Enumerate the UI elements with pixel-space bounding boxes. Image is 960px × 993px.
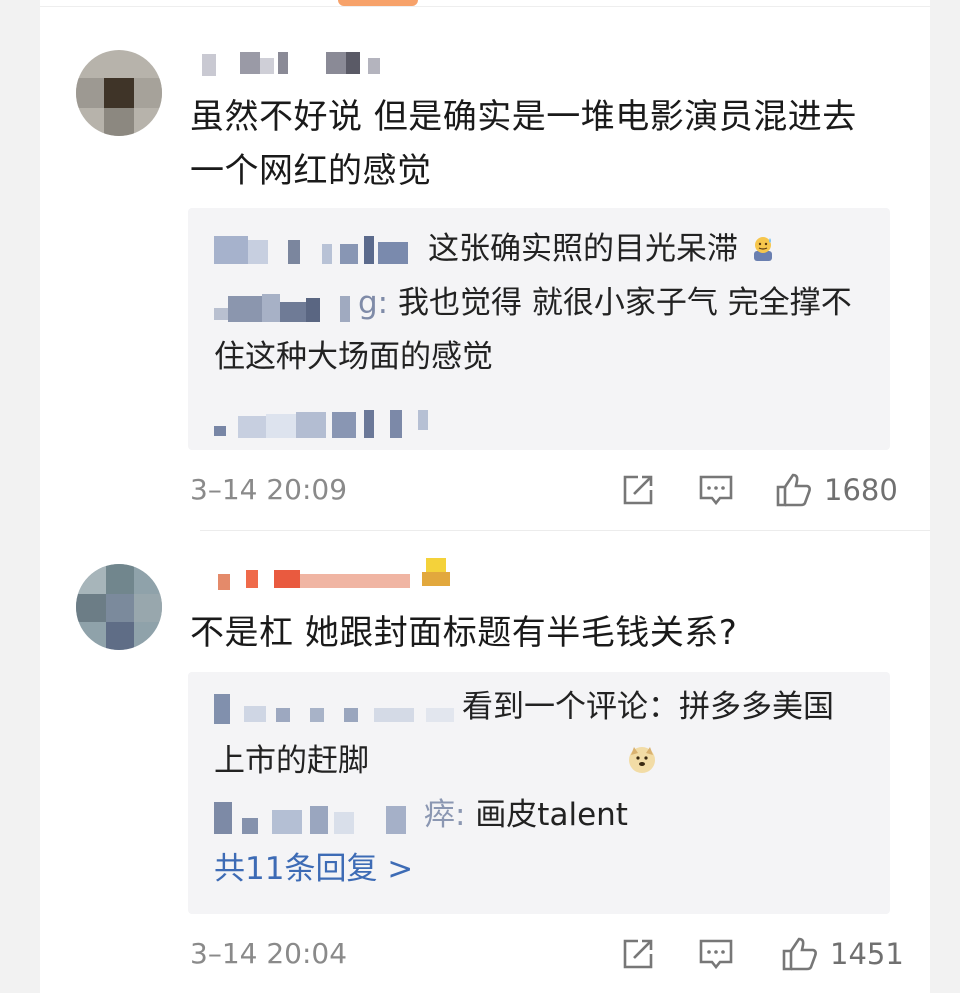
- comment-divider: [200, 530, 930, 531]
- doge-emoji: [379, 738, 655, 773]
- comment-meta: 3–14 20:04 1451: [190, 934, 904, 974]
- reply-text: 画皮talent: [475, 797, 628, 833]
- comment-meta: 3–14 20:09 1680: [190, 470, 898, 510]
- comment-card: 虽然不好说 但是确实是一堆电影演员混进去一个网红的感觉 这张确实照的目光呆滞 g…: [40, 20, 930, 526]
- share-icon[interactable]: [618, 934, 658, 974]
- more-replies-link[interactable]: 共11条回复 >: [214, 842, 864, 896]
- comment-card: 不是杠 她跟封面标题有半毛钱关系? 看到一个评论：拼多多美国上市的赶脚 瘁: 画…: [40, 536, 930, 993]
- reply-username-pixelated: [214, 232, 414, 266]
- like-icon[interactable]: [780, 934, 820, 974]
- reply-username-pixelated: [214, 406, 428, 440]
- reply-box[interactable]: 看到一个评论：拼多多美国上市的赶脚 瘁: 画皮talent 共11条回复 >: [188, 672, 890, 914]
- reply-box[interactable]: 这张确实照的目光呆滞 g: 我也觉得 就很小家子气 完全撑不住这种大场面的感觉: [188, 208, 890, 450]
- comment-text: 虽然不好说 但是确实是一堆电影演员混进去一个网红的感觉: [190, 97, 857, 191]
- sweat-emoji: [748, 226, 778, 261]
- username-pixelated[interactable]: [192, 558, 462, 590]
- reply-text: 我也觉得 就很小家子气 完全撑不住这种大场面的感觉: [214, 285, 852, 375]
- like-icon[interactable]: [774, 470, 814, 510]
- avatar[interactable]: [76, 564, 162, 650]
- top-divider: [40, 6, 930, 7]
- comment-text: 不是杠 她跟封面标题有半毛钱关系?: [190, 613, 738, 653]
- like-count: 1680: [824, 473, 898, 507]
- comment-icon[interactable]: [696, 470, 736, 510]
- right-edge: [930, 0, 960, 993]
- comment-time: 3–14 20:09: [190, 473, 348, 506]
- comment-icon[interactable]: [696, 934, 736, 974]
- reply-name-suffix: g:: [358, 285, 389, 321]
- share-icon[interactable]: [618, 470, 658, 510]
- username-pixelated[interactable]: [192, 48, 382, 78]
- like-count: 1451: [830, 937, 904, 971]
- left-edge: [0, 0, 40, 993]
- reply-text: 这张确实照的目光呆滞: [428, 231, 738, 267]
- comment-time: 3–14 20:04: [190, 937, 348, 970]
- avatar[interactable]: [76, 50, 162, 136]
- reply-name-suffix: 瘁:: [424, 797, 466, 833]
- reply-text: 看到一个评论：拼多多美国上市的赶脚: [214, 689, 834, 779]
